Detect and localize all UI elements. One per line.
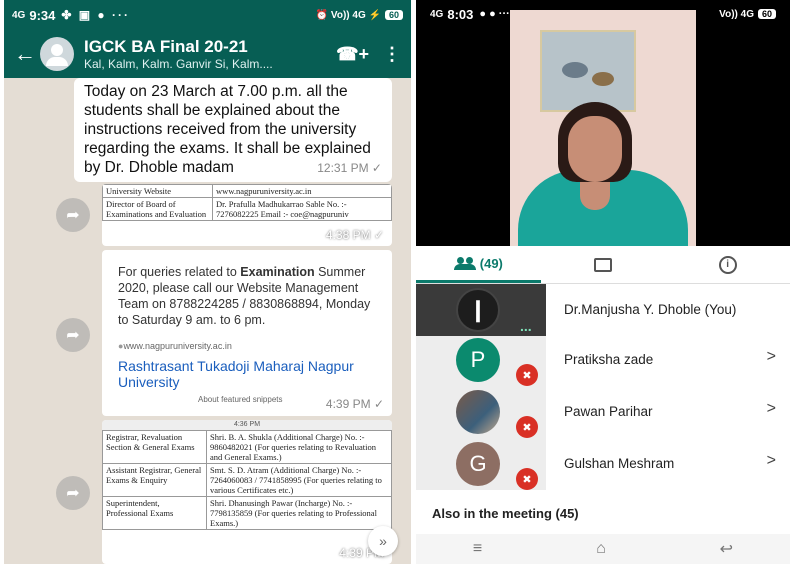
add-call-icon[interactable]: ☎+ (336, 44, 369, 65)
screenshot-status-bar: 4:36 PM (102, 420, 392, 430)
participant-name: Dr.Manjusha Y. Dhoble (You) (564, 302, 737, 317)
table-cell: Assistant Registrar, General Exams & Enq… (102, 463, 208, 497)
status-bar: 4G 8:03 ● ● ··· Vo)) 4G 60 (416, 0, 790, 28)
back-arrow-icon[interactable]: ← (14, 41, 36, 67)
chevron-right-icon[interactable]: > (767, 400, 776, 418)
chat-icon (594, 257, 612, 272)
menu-icon[interactable]: ≡ (473, 540, 482, 558)
mic-off-icon: ✖ (516, 416, 538, 438)
back-icon[interactable]: ↩ (720, 539, 733, 559)
status-indicators: ⏰ Vo)) 4G ⚡ (315, 9, 381, 21)
pin-icon: ❙ (456, 288, 500, 332)
forward-icon[interactable]: ➦ (56, 318, 90, 352)
forward-icon[interactable]: ➦ (56, 476, 90, 510)
signal-icon: 4G (12, 9, 26, 21)
status-right: Vo)) 4G 60 (719, 9, 776, 20)
mic-off-icon: ✖ (516, 364, 538, 386)
mic-off-icon: ✖ (516, 468, 538, 490)
table-cell: Registrar, Revaluation Section & General… (102, 430, 208, 464)
query-text-pre: For queries related to (118, 265, 241, 279)
avatar (456, 390, 500, 434)
avatar: P (456, 338, 500, 382)
speaker-video[interactable] (510, 10, 696, 246)
group-avatar[interactable] (40, 37, 74, 71)
forward-icon[interactable]: ➦ (56, 198, 90, 232)
notification-icons: ● ● ··· (479, 8, 510, 20)
participant-name: Pawan Parihar (564, 404, 653, 419)
image-message-contacts[interactable]: University Website www.nagpuruniversity.… (102, 184, 392, 246)
video-area: 4G 8:03 ● ● ··· Vo)) 4G 60 (416, 0, 790, 246)
about-snippets: About featured snippets (198, 395, 283, 404)
participant-row[interactable]: ❙ ... Dr.Manjusha Y. Dhoble (You) (416, 284, 790, 336)
chat-header: ← IGCK BA Final 20-21 Kal, Kalm, Kalm. G… (4, 30, 411, 78)
notification-icons: ✤ ▣ ● ··· (61, 8, 131, 22)
message-time: 4:39 PM ✓ (325, 397, 384, 411)
signal-icon: 4G (430, 8, 444, 20)
message-time: 4:38 PM ✓ (325, 228, 384, 242)
university-link: Rashtrasant Tukadoji Maharaj Nagpur Univ… (118, 358, 354, 390)
chat-members: Kal, Kalm, Kalm. Ganvir Si, Kalm.... (84, 57, 273, 71)
status-indicators: Vo)) 4G (719, 8, 754, 20)
table-cell: Superintendent, Professional Exams (102, 496, 208, 530)
table-cell: Director of Board of Examinations and Ev… (102, 197, 214, 221)
officials-table: Registrar, Revaluation Section & General… (102, 430, 392, 530)
table-cell: Shri. B. A. Shukla (Additional Charge) N… (206, 430, 392, 464)
whatsapp-panel: 4G 9:34 ✤ ▣ ● ··· ⏰ Vo)) 4G ⚡ 60 ← IGCK … (4, 0, 411, 564)
chevron-right-icon[interactable]: > (767, 452, 776, 470)
tab-people[interactable]: (49) (416, 246, 541, 283)
table-cell: www.nagpuruniversity.ac.in (212, 184, 392, 198)
status-time: 9:34 (29, 7, 56, 23)
table-cell: Smt. S. D. Atram (Additional Charge) No.… (206, 463, 392, 497)
status-right: ⏰ Vo)) 4G ⚡ 60 (316, 10, 403, 21)
participant-row[interactable]: G ✖ Gulshan Meshram > (416, 438, 790, 490)
message-bubble[interactable]: Today on 23 March at 7.00 p.m. all the s… (74, 78, 392, 182)
meet-panel: 4G 8:03 ● ● ··· Vo)) 4G 60 (49) i ❙ ... … (416, 0, 790, 564)
avatar: G (456, 442, 500, 486)
android-nav-bar: ≡ ⌂ ↩ (416, 534, 790, 564)
status-time: 8:03 (447, 6, 474, 22)
message-time: 12:31 PM ✓ (317, 161, 382, 175)
participant-name: Gulshan Meshram (564, 456, 675, 471)
table-cell: Shri. Dhanusingh Pawar (Incharge) No. :-… (206, 496, 392, 530)
chat-title-block[interactable]: IGCK BA Final 20-21 Kal, Kalm, Kalm. Gan… (84, 37, 322, 71)
participant-name: Pratiksha zade (564, 352, 654, 367)
more-options-icon[interactable]: ⋮ (383, 44, 401, 65)
chevron-right-icon[interactable]: > (767, 348, 776, 366)
site-url: www.nagpuruniversity.ac.in (118, 338, 376, 354)
meeting-tabs: (49) i (416, 246, 790, 284)
status-bar: 4G 9:34 ✤ ▣ ● ··· ⏰ Vo)) 4G ⚡ 60 (4, 0, 411, 30)
people-icon (453, 257, 476, 270)
query-text-bold: Examination (240, 265, 315, 279)
participant-row[interactable]: ✖ Pawan Parihar > (416, 386, 790, 438)
home-icon[interactable]: ⌂ (596, 540, 606, 558)
scroll-down-icon[interactable]: » (368, 526, 398, 556)
speaker-face (568, 116, 622, 182)
also-in-meeting-heading: Also in the meeting (45) (432, 506, 579, 521)
screenshot-collage: 4G 9:34 ✤ ▣ ● ··· ⏰ Vo)) 4G ⚡ 60 ← IGCK … (0, 0, 790, 564)
chat-title: IGCK BA Final 20-21 (84, 37, 248, 56)
battery-icon: 60 (384, 10, 403, 20)
image-message-officials[interactable]: 4:36 PM Registrar, Revaluation Section &… (102, 420, 392, 564)
tab-info[interactable]: i (665, 246, 790, 283)
contacts-table: University Website www.nagpuruniversity.… (102, 184, 392, 221)
battery-icon: 60 (757, 9, 776, 19)
query-text: For queries related to Examination Summe… (118, 264, 376, 328)
wall-painting (540, 30, 636, 112)
more-dots-icon[interactable]: ... (520, 318, 532, 334)
tab-chat[interactable] (541, 246, 666, 283)
table-cell: University Website (102, 184, 214, 198)
people-count: (49) (479, 255, 503, 271)
image-message-query[interactable]: For queries related to Examination Summe… (102, 250, 392, 416)
table-cell: Dr. Prafulla Madhukarrao Sable No. :- 72… (212, 197, 392, 221)
participant-row[interactable]: P ✖ Pratiksha zade > (416, 334, 790, 386)
info-icon: i (718, 255, 737, 274)
